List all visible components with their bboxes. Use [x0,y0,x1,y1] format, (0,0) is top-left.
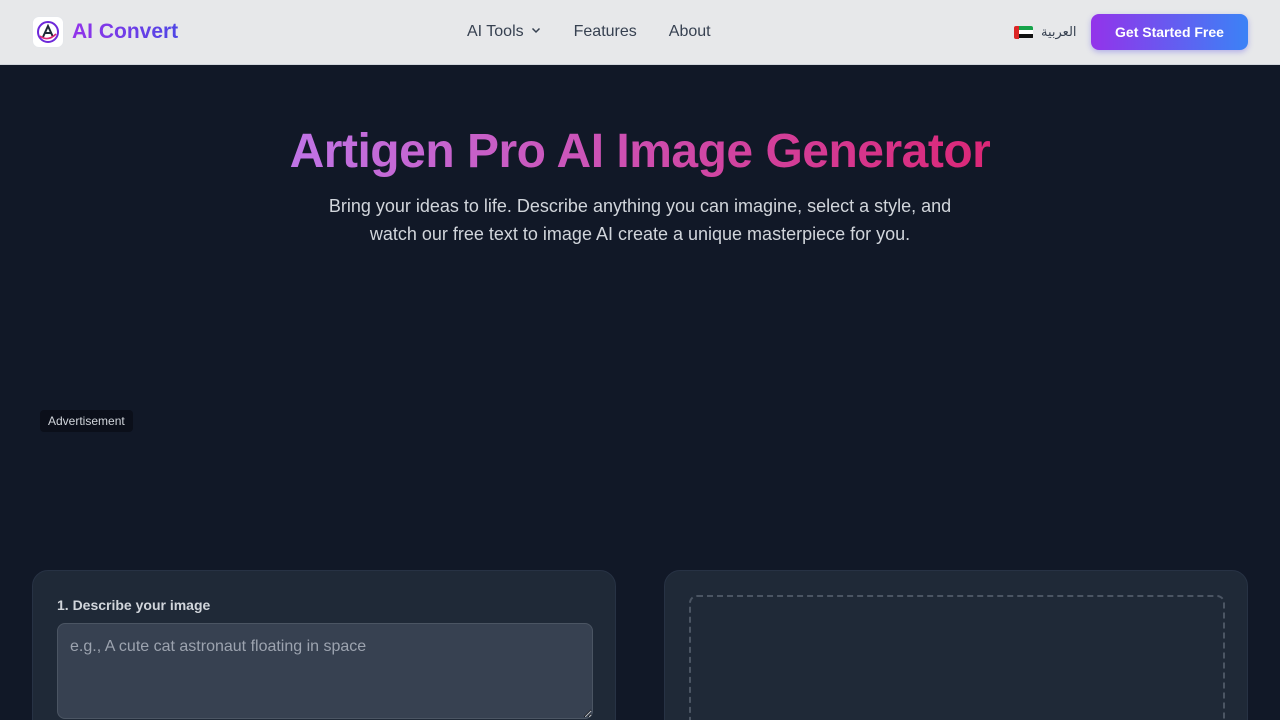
get-started-button[interactable]: Get Started Free [1091,14,1248,50]
prompt-input[interactable] [57,623,593,719]
language-label: العربية [1041,24,1077,39]
result-card [664,570,1248,720]
advertisement-badge: Advertisement [40,410,133,432]
brand-link[interactable]: AI Convert [32,16,178,48]
hero-subtitle: Bring your ideas to life. Describe anyth… [300,192,980,248]
main-nav: AI Tools Features About [467,20,711,44]
brand-name: AI Convert [72,20,179,43]
hero-subtitle-line1: Bring your ideas to life. Describe anyth… [328,196,952,216]
describe-image-label: 1. Describe your image [57,597,211,613]
language-switcher[interactable]: العربية [1014,22,1077,42]
top-navbar: AI Convert AI Tools Features About العرب… [0,0,1280,65]
uae-flag-icon [1014,25,1033,39]
page-title-text: Artigen Pro AI Image Generator [289,125,991,178]
nav-features[interactable]: Features [574,23,637,41]
nav-about[interactable]: About [669,23,711,41]
prompt-card: 1. Describe your image [32,570,616,720]
image-preview-area [689,595,1225,720]
chevron-down-icon [530,23,542,41]
hero-subtitle-line2: watch our free text to image AI create a… [369,224,911,244]
nav-ai-tools-label: AI Tools [467,23,524,40]
nav-ai-tools[interactable]: AI Tools [467,23,542,41]
ai-convert-logo-icon [32,16,64,48]
page-title: Artigen Pro AI Image Generator [0,122,1280,182]
